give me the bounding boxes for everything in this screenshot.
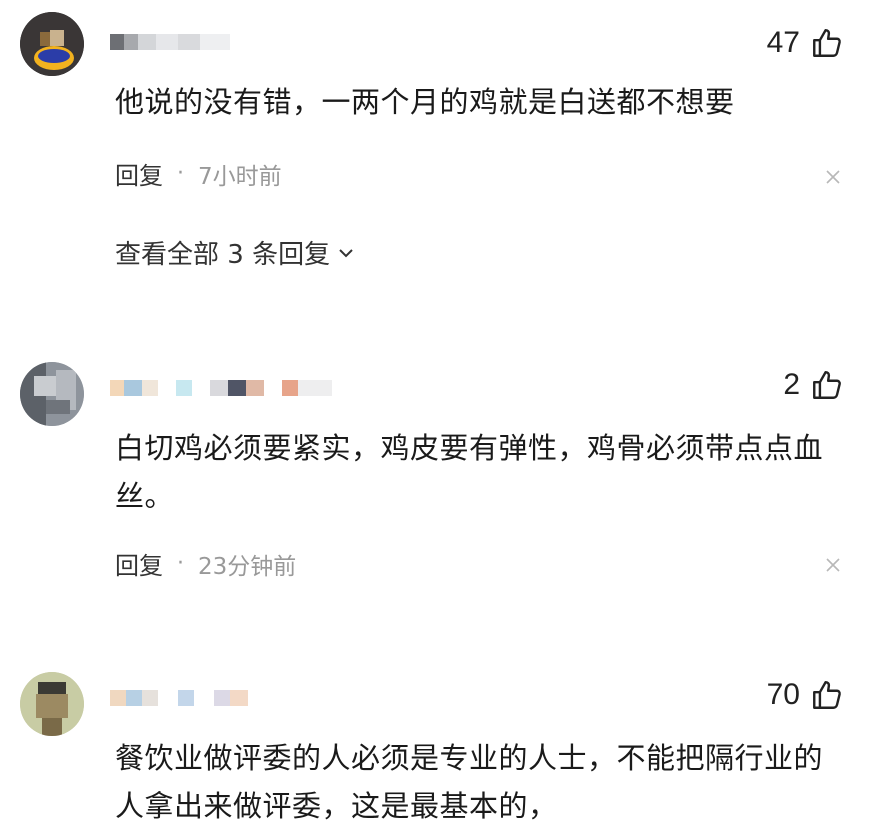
comment-item: 2 白切鸡必须要紧实，鸡皮要有弹性，鸡骨必须带点点血丝。 回复 · 23分钟前: [0, 340, 892, 620]
close-icon[interactable]: [824, 168, 842, 186]
username[interactable]: [110, 684, 248, 712]
like-count: 47: [766, 26, 800, 59]
like-count: 2: [783, 368, 800, 401]
comment-meta: 回复 · 23分钟前: [115, 546, 296, 581]
username[interactable]: [110, 374, 332, 402]
avatar[interactable]: [20, 362, 84, 426]
view-all-replies-button[interactable]: 查看全部 3 条回复: [115, 234, 356, 271]
reply-button[interactable]: 回复: [115, 546, 163, 581]
comment-item: 70 餐饮业做评委的人必须是专业的人士，不能把隔行业的人拿出来做评委，这是最基本…: [0, 660, 892, 836]
reply-button[interactable]: 回复: [115, 156, 163, 191]
username[interactable]: [110, 28, 230, 56]
like-button[interactable]: 47: [767, 26, 844, 60]
comment-item: 47 他说的没有错，一两个月的鸡就是白送都不想要 回复 · 7小时前 查看全部 …: [0, 0, 892, 300]
view-replies-label: 查看全部 3 条回复: [115, 240, 331, 270]
like-button[interactable]: 2: [783, 368, 844, 402]
thumbs-up-icon[interactable]: [810, 678, 844, 712]
comment-text: 白切鸡必须要紧实，鸡皮要有弹性，鸡骨必须带点点血丝。: [115, 431, 824, 513]
timestamp: 7小时前: [198, 163, 282, 190]
timestamp: 23分钟前: [198, 553, 297, 580]
comment-meta: 回复 · 7小时前: [115, 156, 282, 191]
thumbs-up-icon[interactable]: [810, 26, 844, 60]
like-button[interactable]: 70: [767, 678, 844, 712]
comment-text: 他说的没有错，一两个月的鸡就是白送都不想要: [115, 85, 735, 119]
like-count: 70: [766, 678, 800, 711]
avatar[interactable]: [20, 12, 84, 76]
separator: ·: [177, 161, 184, 186]
separator: ·: [177, 551, 184, 576]
thumbs-up-icon[interactable]: [810, 368, 844, 402]
close-icon[interactable]: [824, 556, 842, 574]
avatar[interactable]: [20, 672, 84, 736]
chevron-down-icon: [339, 248, 353, 257]
comment-text: 餐饮业做评委的人必须是专业的人士，不能把隔行业的人拿出来做评委，这是最基本的，: [115, 741, 824, 823]
